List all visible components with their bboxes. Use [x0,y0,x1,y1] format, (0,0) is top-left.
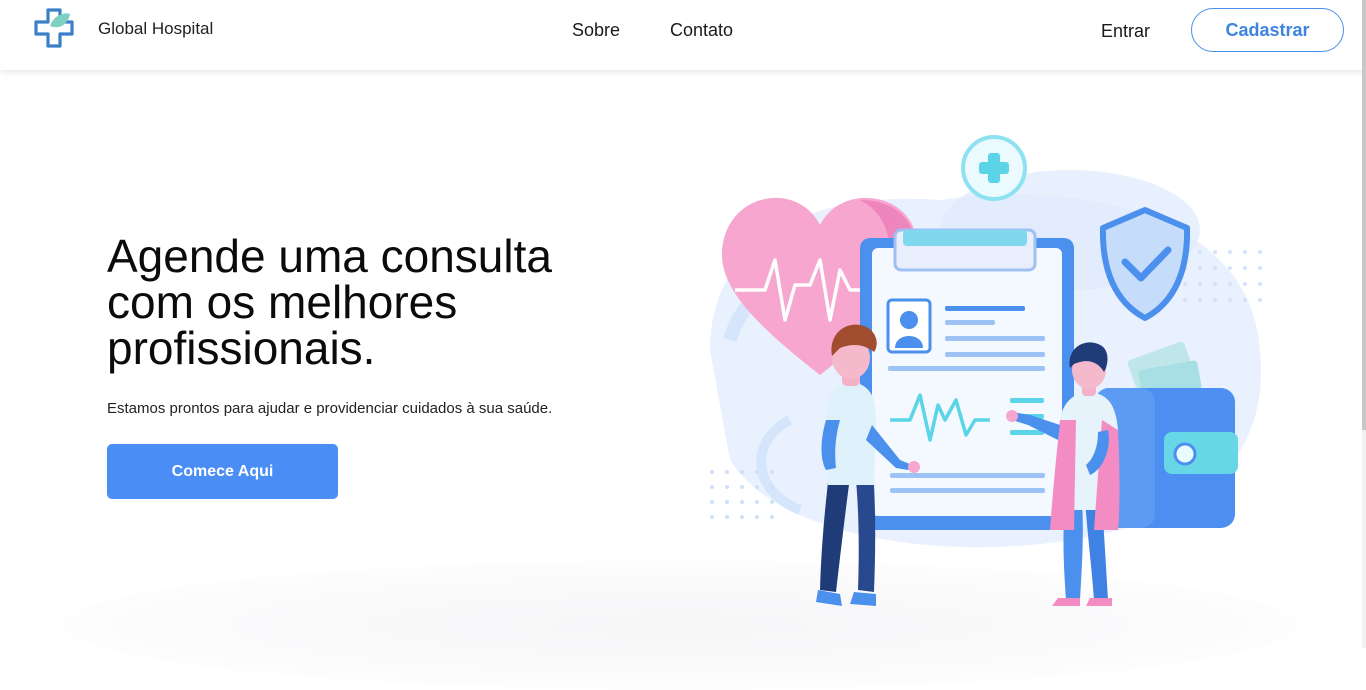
clipboard-icon [860,228,1074,530]
get-started-button[interactable]: Comece Aqui [107,444,338,499]
medical-illustration [690,120,1270,620]
login-link[interactable]: Entrar [1101,21,1150,42]
signup-button[interactable]: Cadastrar [1191,8,1344,52]
scrollbar-thumb[interactable] [1362,0,1366,430]
hero-title-line-3: profissionais. [107,322,376,374]
top-navbar: Global Hospital Sobre Contato Entrar Cad… [0,0,1366,70]
page-scrollbar[interactable] [1362,0,1366,648]
plus-circle-icon [961,135,1027,201]
nav-link-contato[interactable]: Contato [670,20,733,41]
hospital-cross-logo-icon[interactable] [30,4,80,54]
nav-link-sobre[interactable]: Sobre [572,20,620,41]
hero-title-line-1: Agende uma consulta [107,230,552,282]
hero-subtitle: Estamos prontos para ajudar e providenci… [107,400,553,417]
hero-title-line-2: com os melhores [107,276,458,328]
hero-title: Agende uma consulta com os melhores prof… [107,233,667,371]
brand-name[interactable]: Global Hospital [98,19,213,39]
